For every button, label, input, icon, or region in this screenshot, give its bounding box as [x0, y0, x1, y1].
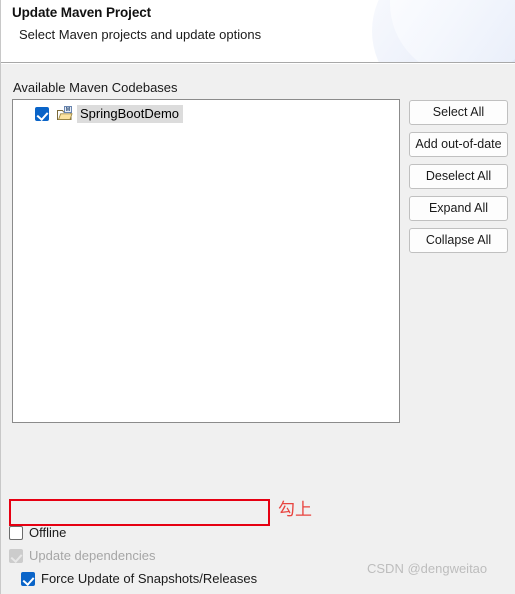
- dialog-title: Update Maven Project: [12, 5, 152, 20]
- tree-item-label: SpringBootDemo: [77, 105, 183, 123]
- dialog-subtitle: Select Maven projects and update options: [19, 27, 262, 42]
- select-all-button[interactable]: Select All: [409, 100, 508, 125]
- dialog-body: Available Maven Codebases M SpringBootDe…: [1, 64, 515, 594]
- update-dependencies-checkbox: [9, 549, 23, 563]
- option-row-force-update[interactable]: Force Update of Snapshots/Releases: [21, 570, 257, 588]
- svg-text:M: M: [66, 107, 70, 113]
- update-maven-project-dialog: Update Maven Project Select Maven projec…: [0, 0, 515, 594]
- offline-checkbox[interactable]: [9, 526, 23, 540]
- offline-label: Offline: [29, 525, 67, 540]
- annotation-callout-text: 勾上: [278, 500, 312, 520]
- force-update-snapshots-checkbox[interactable]: [21, 572, 35, 586]
- tree-action-buttons: Select All Add out-of-date Deselect All …: [409, 100, 508, 260]
- watermark-text: CSDN @dengweitao: [367, 561, 488, 576]
- available-codebases-label: Available Maven Codebases: [13, 80, 178, 95]
- deselect-all-button[interactable]: Deselect All: [409, 164, 508, 189]
- force-update-snapshots-label: Force Update of Snapshots/Releases: [41, 571, 258, 586]
- expand-all-button[interactable]: Expand All: [409, 196, 508, 221]
- header-decoration-arc-icon: [372, 0, 515, 63]
- add-out-of-date-button[interactable]: Add out-of-date: [409, 132, 508, 157]
- update-dependencies-label: Update dependencies: [29, 548, 156, 563]
- option-row-update-dependencies: Update dependencies: [9, 547, 156, 565]
- maven-codebases-tree[interactable]: M SpringBootDemo: [12, 99, 400, 423]
- header-decoration-arc-inner-icon: [390, 0, 515, 63]
- collapse-all-button[interactable]: Collapse All: [409, 228, 508, 253]
- maven-project-folder-icon: M: [57, 106, 73, 120]
- tree-row[interactable]: M SpringBootDemo: [35, 104, 183, 124]
- dialog-header: Update Maven Project Select Maven projec…: [1, 0, 515, 63]
- option-row-offline[interactable]: Offline: [9, 524, 66, 542]
- tree-item-checkbox[interactable]: [35, 107, 49, 121]
